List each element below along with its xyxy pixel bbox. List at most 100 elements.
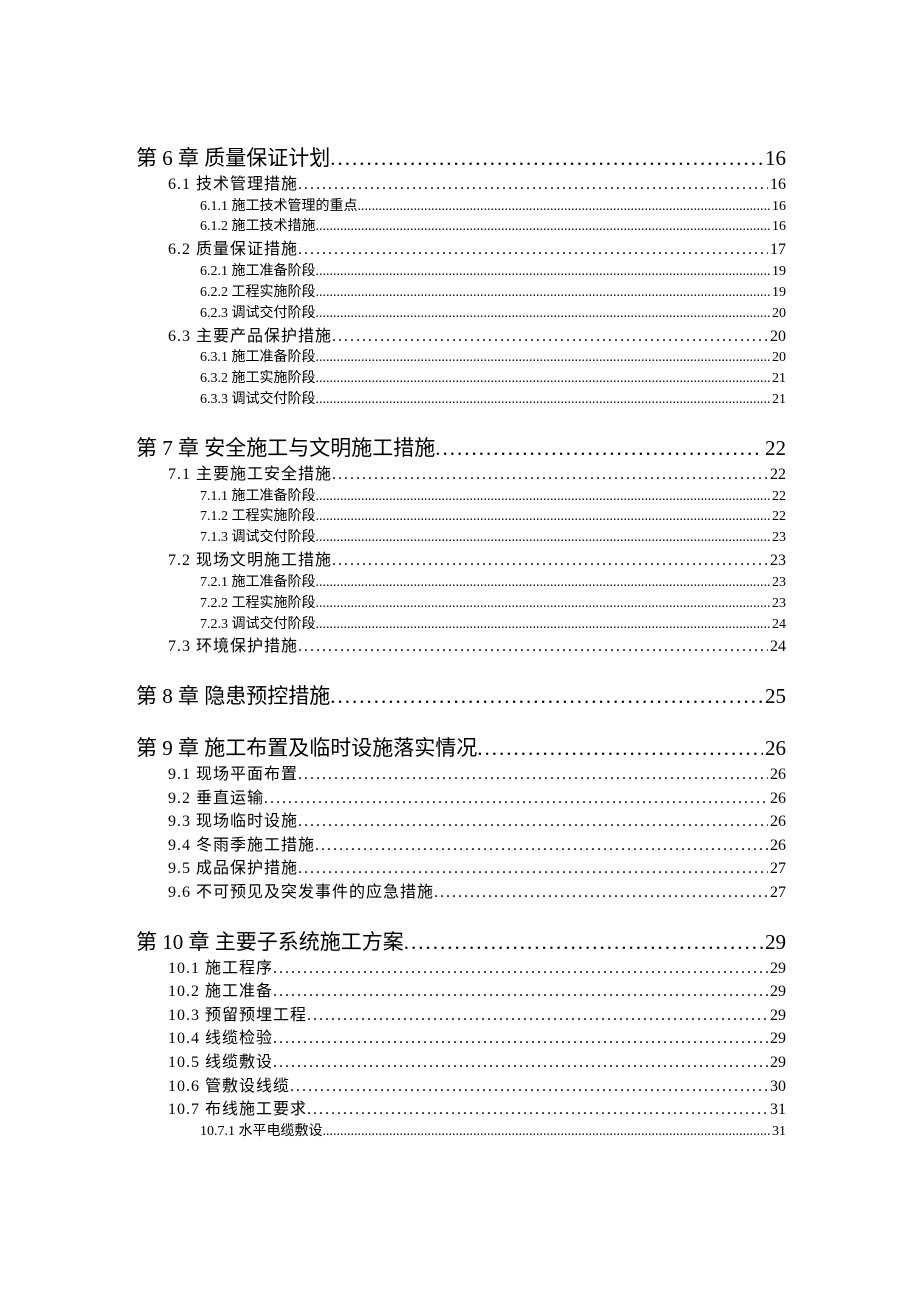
toc-entry: 7.1.3 调试交付阶段............................…: [200, 529, 786, 548]
toc-leader: ........................................…: [316, 529, 771, 548]
toc-page-number: 31: [768, 1099, 786, 1121]
toc-leader: ........................................…: [435, 436, 763, 461]
toc-title: 第 8 章 隐患预控措施: [136, 680, 330, 710]
toc-page-number: 26: [763, 736, 786, 761]
toc-leader: ........................................…: [273, 958, 768, 980]
toc-title: 6.1 技术管理措施: [168, 174, 298, 196]
toc-page-number: 24: [770, 616, 786, 635]
toc-title: 7.3 环境保护措施: [168, 636, 298, 658]
toc-leader: ........................................…: [330, 684, 763, 709]
toc-title: 9.6 不可预见及突发事件的应急措施: [168, 882, 434, 904]
toc-leader: ........................................…: [316, 616, 771, 635]
toc-title: 10.2 施工准备: [168, 981, 273, 1003]
toc-page-number: 20: [768, 326, 786, 348]
toc-leader: ........................................…: [358, 198, 771, 217]
toc-leader: ........................................…: [298, 858, 768, 880]
toc-page-number: 16: [763, 146, 786, 171]
toc-page-number: 29: [763, 930, 786, 955]
toc-leader: ........................................…: [332, 550, 768, 572]
toc-page-number: 21: [770, 391, 786, 410]
toc-entry: 6.3 主要产品保护措施............................…: [168, 326, 786, 348]
toc-title: 7.1.3 调试交付阶段: [200, 529, 316, 548]
toc-page-number: 29: [768, 1028, 786, 1050]
toc-entry: 10.2 施工准备...............................…: [168, 981, 786, 1003]
toc-leader: ........................................…: [316, 574, 771, 593]
toc-leader: ........................................…: [298, 239, 768, 261]
toc-leader: ........................................…: [315, 835, 768, 857]
toc-title: 10.6 管敷设线缆: [168, 1076, 290, 1098]
toc-title: 6.2.1 施工准备阶段: [200, 263, 316, 282]
toc-entry: 10.1 施工程序...............................…: [168, 958, 786, 980]
toc-title: 第 7 章 安全施工与文明施工措施: [136, 432, 435, 462]
toc-page-number: 19: [770, 263, 786, 282]
toc-page-number: 19: [770, 284, 786, 303]
toc-page-number: 26: [768, 788, 786, 810]
toc-page-number: 16: [770, 218, 786, 237]
toc-title: 7.1 主要施工安全措施: [168, 464, 332, 486]
toc-title: 第 9 章 施工布置及临时设施落实情况: [136, 732, 477, 762]
toc-title: 6.1.1 施工技术管理的重点: [200, 198, 358, 217]
toc-leader: ........................................…: [330, 146, 763, 171]
toc-leader: ........................................…: [298, 636, 768, 658]
toc-page-number: 31: [770, 1123, 786, 1142]
toc-title: 10.7 布线施工要求: [168, 1099, 307, 1121]
toc-page-number: 22: [768, 464, 786, 486]
toc-entry: 第 9 章 施工布置及临时设施落实情况.....................…: [136, 732, 786, 762]
toc-page-number: 23: [770, 595, 786, 614]
toc-leader: ........................................…: [323, 1123, 771, 1142]
toc-title: 第 10 章 主要子系统施工方案: [136, 926, 404, 956]
toc-page-number: 24: [768, 636, 786, 658]
toc-title: 7.2.3 调试交付阶段: [200, 616, 316, 635]
toc-title: 第 6 章 质量保证计划: [136, 142, 330, 172]
toc-page-number: 27: [768, 882, 786, 904]
toc-entry: 6.2.2 工程实施阶段............................…: [200, 284, 786, 303]
toc-page-number: 21: [770, 370, 786, 389]
toc-entry: 10.7 布线施工要求.............................…: [168, 1099, 786, 1121]
toc-title: 10.1 施工程序: [168, 958, 273, 980]
toc-entry: 7.1.2 工程实施阶段............................…: [200, 508, 786, 527]
toc-title: 9.3 现场临时设施: [168, 811, 298, 833]
toc-title: 10.4 线缆检验: [168, 1028, 273, 1050]
toc-title: 9.5 成品保护措施: [168, 858, 298, 880]
toc-entry: 第 10 章 主要子系统施工方案........................…: [136, 926, 786, 956]
toc-leader: ........................................…: [264, 788, 768, 810]
toc-page-number: 23: [770, 529, 786, 548]
toc-leader: ........................................…: [316, 391, 771, 410]
toc-page-number: 20: [770, 349, 786, 368]
toc-entry: 第 8 章 隐患预控措施............................…: [136, 680, 786, 710]
toc-page-number: 22: [770, 508, 786, 527]
toc-page-number: 23: [770, 574, 786, 593]
toc-page-number: 20: [770, 305, 786, 324]
toc-page-number: 23: [768, 550, 786, 572]
toc-entry: 7.2.3 调试交付阶段............................…: [200, 616, 786, 635]
toc-leader: ........................................…: [404, 930, 763, 955]
toc-entry: 6.1.1 施工技术管理的重点.........................…: [200, 198, 786, 217]
toc-leader: ........................................…: [298, 811, 768, 833]
toc-entry: 9.1 现场平面布置..............................…: [168, 764, 786, 786]
toc-leader: ........................................…: [316, 263, 771, 282]
toc-leader: ........................................…: [298, 174, 768, 196]
toc-title: 6.3.1 施工准备阶段: [200, 349, 316, 368]
toc-entry: 9.6 不可预见及突发事件的应急措施......................…: [168, 882, 786, 904]
toc-page-number: 16: [770, 198, 786, 217]
toc-entry: 10.4 线缆检验...............................…: [168, 1028, 786, 1050]
toc-title: 7.2.1 施工准备阶段: [200, 574, 316, 593]
toc-leader: ........................................…: [316, 349, 771, 368]
toc-entry: 9.5 成品保护措施..............................…: [168, 858, 786, 880]
toc-entry: 6.2.1 施工准备阶段............................…: [200, 263, 786, 282]
toc-entry: 7.2.1 施工准备阶段............................…: [200, 574, 786, 593]
toc-entry: 6.1 技术管理措施..............................…: [168, 174, 786, 196]
toc-page-number: 22: [763, 436, 786, 461]
toc-page-number: 26: [768, 764, 786, 786]
toc-entry: 7.1.1 施工准备阶段............................…: [200, 488, 786, 507]
toc-entry: 第 7 章 安全施工与文明施工措施.......................…: [136, 432, 786, 462]
toc-entry: 10.3 预留预埋工程.............................…: [168, 1005, 786, 1027]
toc-entry: 9.4 冬雨季施工措施.............................…: [168, 835, 786, 857]
toc-title: 7.1.2 工程实施阶段: [200, 508, 316, 527]
toc-entry: 9.2 垂直运输................................…: [168, 788, 786, 810]
toc-title: 10.7.1 水平电缆敷设: [200, 1123, 323, 1142]
toc-page-number: 27: [768, 858, 786, 880]
toc-title: 10.5 线缆敷设: [168, 1052, 273, 1074]
toc-leader: ........................................…: [273, 1052, 768, 1074]
toc-container: 第 6 章 质量保证计划............................…: [136, 120, 786, 1144]
